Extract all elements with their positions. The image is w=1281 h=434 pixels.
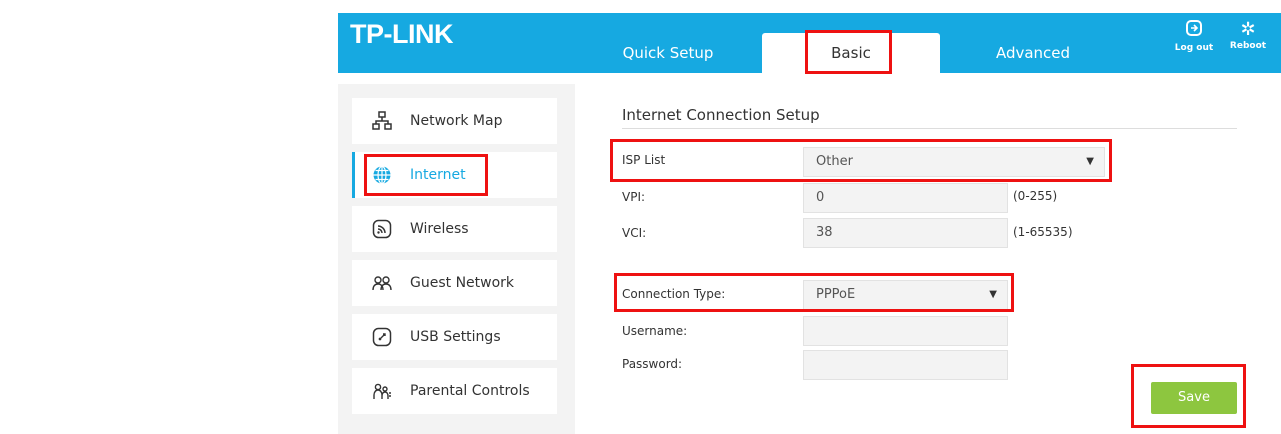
tab-advanced[interactable]: Advanced <box>958 33 1108 73</box>
page-title: Internet Connection Setup <box>622 106 820 124</box>
highlight-save-button <box>1131 364 1246 428</box>
title-divider <box>622 128 1237 129</box>
vci-range-hint: (1-65535) <box>1013 225 1073 239</box>
network-map-icon <box>372 111 392 131</box>
sidebar: Network Map Internet Wireless Guest Netw… <box>338 84 575 434</box>
reboot-button[interactable]: ✲ Reboot <box>1228 19 1268 51</box>
sidebar-item-label: Network Map <box>410 113 503 129</box>
username-label: Username: <box>622 324 688 338</box>
vpi-label: VPI: <box>622 190 646 204</box>
logout-label: Log out <box>1174 43 1214 53</box>
reboot-label: Reboot <box>1229 41 1267 51</box>
vci-label: VCI: <box>622 226 647 240</box>
password-label: Password: <box>622 357 683 371</box>
highlight-internet-item <box>364 154 488 196</box>
highlight-connection-type <box>614 273 1014 312</box>
logout-button[interactable]: Log out <box>1174 19 1214 53</box>
highlight-basic-tab <box>805 30 892 74</box>
reboot-icon: ✲ <box>1240 19 1256 40</box>
password-input[interactable] <box>803 350 1008 380</box>
sidebar-item-label: Wireless <box>410 221 469 237</box>
vci-value: 38 <box>816 225 833 240</box>
sidebar-item-wireless[interactable]: Wireless <box>352 206 557 252</box>
tab-quick-setup[interactable]: Quick Setup <box>588 33 748 73</box>
tp-link-logo: TP-LINK <box>350 19 453 49</box>
logout-icon <box>1174 19 1214 43</box>
sidebar-item-label: USB Settings <box>410 329 501 345</box>
vci-input[interactable]: 38 <box>803 218 1008 248</box>
sidebar-item-label: Guest Network <box>410 275 515 291</box>
sidebar-item-label: Parental Controls <box>410 383 530 399</box>
sidebar-item-usb-settings[interactable]: USB Settings <box>352 314 557 360</box>
username-input[interactable] <box>803 316 1008 346</box>
sidebar-item-network-map[interactable]: Network Map <box>352 98 557 144</box>
guest-network-icon <box>372 273 392 293</box>
sidebar-item-guest-network[interactable]: Guest Network <box>352 260 557 306</box>
vpi-input[interactable]: 0 <box>803 183 1008 213</box>
parental-controls-icon <box>372 381 392 401</box>
highlight-isp-list <box>610 139 1112 182</box>
vpi-range-hint: (0-255) <box>1013 189 1058 203</box>
vpi-value: 0 <box>816 190 825 205</box>
wireless-icon <box>372 219 392 239</box>
sidebar-item-parental-controls[interactable]: Parental Controls <box>352 368 557 414</box>
usb-icon <box>372 327 392 347</box>
